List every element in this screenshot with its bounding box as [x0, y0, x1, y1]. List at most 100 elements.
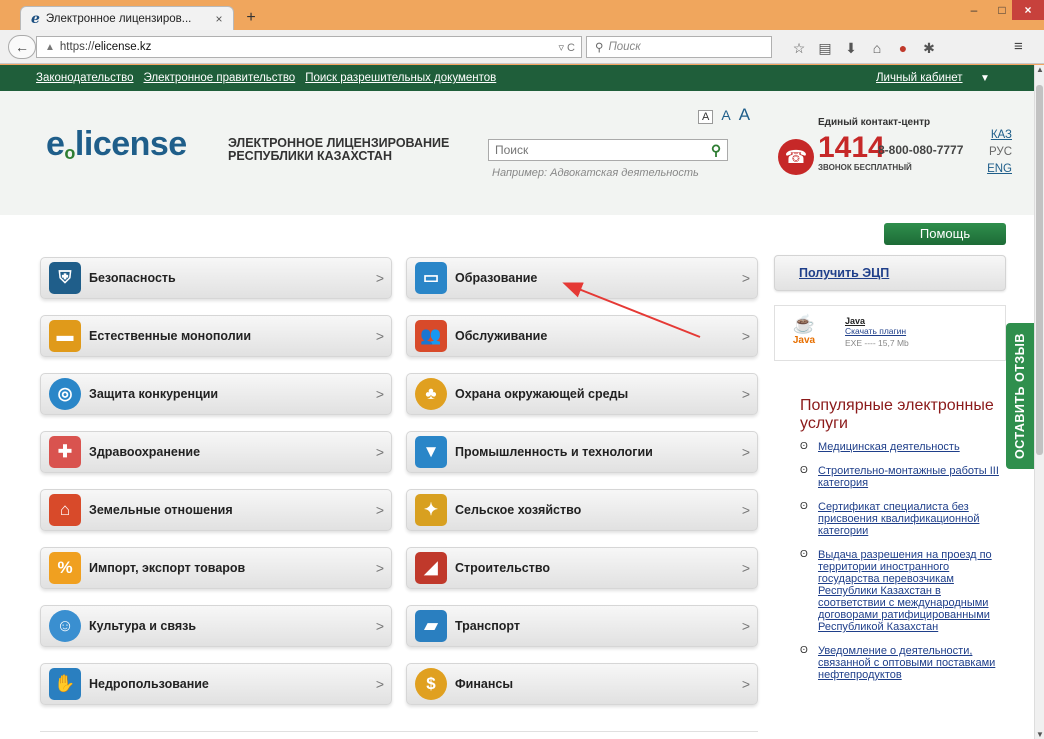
lang-kaz-link[interactable]: КАЗ — [984, 129, 1012, 141]
nav-egov-link[interactable]: Электронное правительство — [144, 72, 296, 84]
wheat-icon: ✦ — [415, 494, 447, 526]
nav-permit-search-link[interactable]: Поиск разрешительных документов — [305, 72, 496, 84]
chevron-right-icon: > — [741, 502, 751, 518]
category-culture[interactable]: ☺ Культура и связь > — [40, 605, 392, 647]
book-icon: ▭ — [415, 262, 447, 294]
chevron-right-icon: > — [375, 444, 385, 460]
nav-legislation-link[interactable]: Законодательство — [36, 72, 134, 84]
category-environment[interactable]: ♣ Охрана окружающей среды > — [406, 373, 758, 415]
chevron-right-icon: > — [375, 270, 385, 286]
chevron-right-icon: > — [741, 444, 751, 460]
reading-list-icon[interactable]: ▤ — [812, 38, 838, 58]
language-switcher: КАЗ РУС ENG — [984, 129, 1012, 175]
bullet-icon: ʘ — [800, 501, 808, 512]
bullet-icon: ʘ — [800, 645, 808, 656]
category-agriculture[interactable]: ✦ Сельское хозяйство > — [406, 489, 758, 531]
java-download-link[interactable]: Скачать плагин — [845, 326, 906, 336]
warning-lock-icon: ▲ — [45, 41, 55, 53]
java-title: Java — [845, 316, 866, 326]
download-icon[interactable]: ⬇ — [838, 38, 864, 58]
category-industry[interactable]: ▼ Промышленность и технологии > — [406, 431, 758, 473]
tree-icon: ♣ — [415, 378, 447, 410]
truck-icon: ▰ — [415, 610, 447, 642]
chevron-right-icon: > — [741, 560, 751, 576]
bookmark-star-icon[interactable]: ☆ — [786, 38, 812, 58]
page-scrollbar[interactable]: ▲ ▼ — [1034, 65, 1044, 739]
site-search-input[interactable] — [495, 143, 705, 157]
browser-search-input[interactable]: ⚲ Поиск — [586, 36, 772, 58]
home-icon[interactable]: ⌂ — [864, 38, 890, 58]
reload-icon[interactable]: ▿ C — [558, 41, 575, 54]
category-healthcare[interactable]: ✚ Здравоохранение > — [40, 431, 392, 473]
popular-service-link[interactable]: Сертификат специалиста без присвоения кв… — [818, 501, 979, 537]
category-subsoil[interactable]: ✋ Недропользование > — [40, 663, 392, 705]
popular-service-link[interactable]: Медицинская деятельность — [818, 441, 960, 453]
category-transport[interactable]: ▰ Транспорт > — [406, 605, 758, 647]
extension-icon[interactable]: ✱ — [916, 38, 942, 58]
scroll-down-icon[interactable]: ▼ — [1035, 730, 1044, 739]
browser-tab[interactable]: e Электронное лицензиров... × — [20, 6, 234, 30]
chevron-right-icon: > — [741, 676, 751, 692]
list-item: ʘ Строительно-монтажные работы III катего… — [800, 465, 1010, 489]
browser-menu-icon[interactable]: ≡ — [1014, 38, 1023, 55]
adblock-icon[interactable]: ● — [890, 38, 916, 58]
site-logo[interactable]: eolicense — [46, 125, 187, 164]
category-natural-monopolies[interactable]: ▬ Естественные монополии > — [40, 315, 392, 357]
category-services[interactable]: 👥 Обслуживание > — [406, 315, 758, 357]
popular-service-link[interactable]: Уведомление о деятельности, связанной с … — [818, 645, 995, 681]
new-tab-button[interactable]: + — [240, 9, 262, 27]
bullet-icon: ʘ — [800, 549, 808, 560]
site-header: eolicense ЭЛЕКТРОННОЕ ЛИЦЕНЗИРОВАНИЕ РЕС… — [0, 91, 1034, 215]
list-item: ʘ Уведомление о деятельности, связанной с… — [800, 645, 1010, 681]
category-import-export[interactable]: % Импорт, экспорт товаров > — [40, 547, 392, 589]
elicense-favicon-icon: e — [31, 10, 40, 27]
back-button[interactable]: ← — [8, 35, 36, 59]
category-security[interactable]: ⛨ Безопасность > — [40, 257, 392, 299]
font-size-small-button[interactable]: A — [698, 110, 714, 124]
window-minimize-button[interactable]: – — [960, 0, 988, 20]
font-size-medium-button[interactable]: A — [721, 107, 730, 123]
chevron-right-icon: > — [741, 386, 751, 402]
divider — [40, 731, 758, 732]
chevron-right-icon: > — [741, 618, 751, 634]
personal-cabinet-link[interactable]: Личный кабинет — [876, 72, 963, 84]
category-competition[interactable]: ◎ Защита конкуренции > — [40, 373, 392, 415]
chevron-right-icon: > — [375, 618, 385, 634]
browser-titlebar: e Электронное лицензиров... × + – □ × — [0, 0, 1044, 30]
popular-service-link[interactable]: Выдача разрешения на проезд по территори… — [818, 549, 992, 633]
feedback-tab[interactable]: ОСТАВИТЬ ОТЗЫВ — [1006, 323, 1034, 469]
bullet-icon: ʘ — [800, 465, 808, 476]
search-icon: ⚲ — [595, 42, 604, 54]
popular-services-list: ʘ Медицинская деятельность ʘ Строительно-м… — [800, 441, 1010, 693]
address-bar[interactable]: ▲ https://elicense.kz ▿ C — [36, 36, 582, 58]
browser-navbar: ← ▲ https://elicense.kz ▿ C ⚲ Поиск ☆ ▤ … — [0, 30, 1044, 64]
category-education[interactable]: ▭ Образование > — [406, 257, 758, 299]
house-icon: ⌂ — [49, 494, 81, 526]
chevron-right-icon: > — [375, 560, 385, 576]
category-construction[interactable]: ◢ Строительство > — [406, 547, 758, 589]
page-content: Законодательство Электронное правительст… — [0, 65, 1034, 739]
phone-free-label: ЗВОНОК БЕСПЛАТНЫЙ — [818, 163, 912, 172]
get-ecp-button[interactable]: Получить ЭЦП — [774, 255, 1006, 291]
help-button[interactable]: Помощь — [884, 223, 1006, 245]
briefcase-icon: ▬ — [49, 320, 81, 352]
scroll-up-icon[interactable]: ▲ — [1035, 65, 1044, 74]
tab-close-icon[interactable]: × — [211, 12, 227, 26]
scrollbar-thumb[interactable] — [1036, 85, 1043, 455]
url-scheme: https:// — [59, 41, 95, 53]
category-land-relations[interactable]: ⌂ Земельные отношения > — [40, 489, 392, 531]
list-item: ʘ Сертификат специалиста без присвоения к… — [800, 501, 1010, 537]
shield-icon: ⛨ — [49, 262, 81, 294]
search-hint: Например: Адвокатская деятельность — [492, 167, 699, 179]
window-close-button[interactable]: × — [1012, 0, 1044, 20]
list-item: ʘ Выдача разрешения на проезд по территор… — [800, 549, 1010, 633]
coin-icon: $ — [415, 668, 447, 700]
popular-service-link[interactable]: Строительно-монтажные работы III категор… — [818, 465, 999, 489]
theater-masks-icon: ☺ — [49, 610, 81, 642]
cabinet-dropdown-icon[interactable]: ▼ — [980, 73, 990, 84]
search-icon[interactable]: ⚲ — [705, 142, 727, 159]
lang-eng-link[interactable]: ENG — [984, 163, 1012, 175]
browser-toolbar: ☆ ▤ ⬇ ⌂ ● ✱ — [786, 38, 942, 58]
category-finance[interactable]: $ Финансы > — [406, 663, 758, 705]
font-size-large-button[interactable]: A — [739, 105, 750, 125]
